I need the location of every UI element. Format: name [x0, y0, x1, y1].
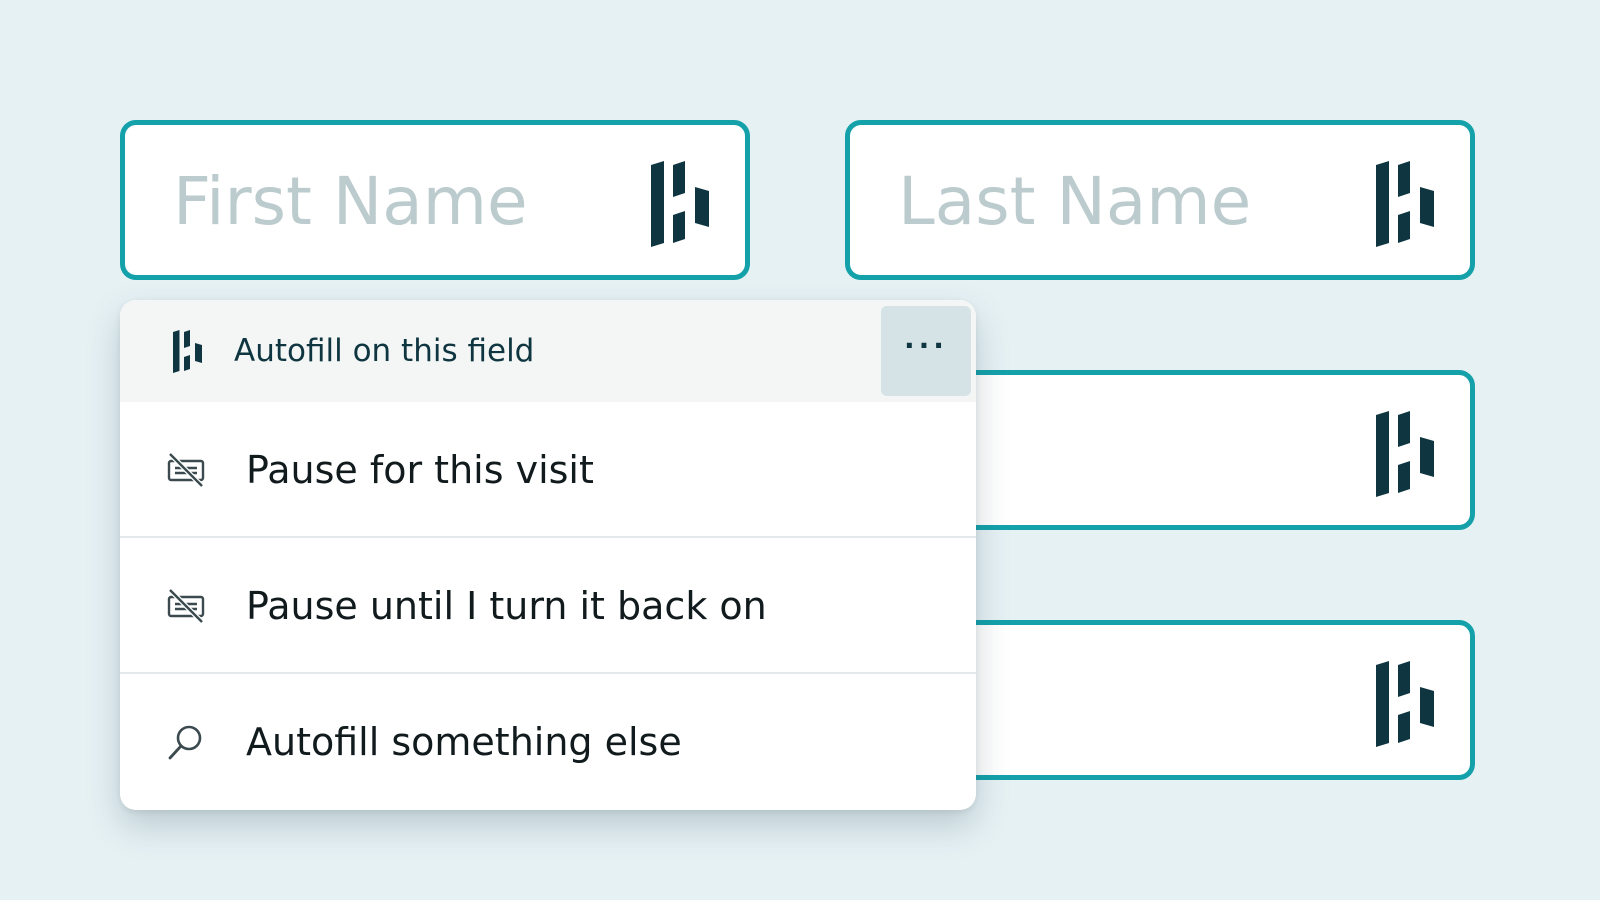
menu-item-label: Autofill something else	[246, 720, 682, 764]
dashlane-logo-icon	[172, 330, 204, 373]
pause-until-turned-on-item[interactable]: Pause until I turn it back on	[120, 538, 976, 673]
autofill-something-else-item[interactable]: Autofill something else	[120, 674, 976, 809]
first-name-field[interactable]: First Name	[120, 120, 750, 280]
last-name-placeholder: Last Name	[898, 163, 1252, 240]
more-horizontal-icon: ···	[904, 329, 948, 362]
more-options-button[interactable]: ···	[881, 306, 971, 396]
dropdown-title: Autofill on this field	[234, 333, 535, 369]
autofill-off-icon	[166, 586, 206, 626]
autofill-demo-stage: First Name Last Name Autofill on this fi…	[0, 0, 1600, 900]
dropdown-header: Autofill on this field ···	[120, 300, 976, 402]
last-name-field[interactable]: Last Name	[845, 120, 1475, 280]
pause-for-this-visit-item[interactable]: Pause for this visit	[120, 402, 976, 537]
menu-item-label: Pause until I turn it back on	[246, 584, 767, 628]
first-name-placeholder: First Name	[173, 163, 528, 240]
dashlane-logo-icon[interactable]	[1376, 411, 1436, 497]
dashlane-logo-icon[interactable]	[1376, 661, 1436, 747]
menu-item-label: Pause for this visit	[246, 448, 594, 492]
autofill-dropdown-menu: Autofill on this field ··· Pause for thi…	[120, 300, 976, 810]
dashlane-logo-icon[interactable]	[1376, 161, 1436, 247]
dashlane-logo-icon[interactable]	[651, 161, 711, 247]
search-icon	[166, 722, 206, 762]
autofill-off-icon	[166, 450, 206, 490]
